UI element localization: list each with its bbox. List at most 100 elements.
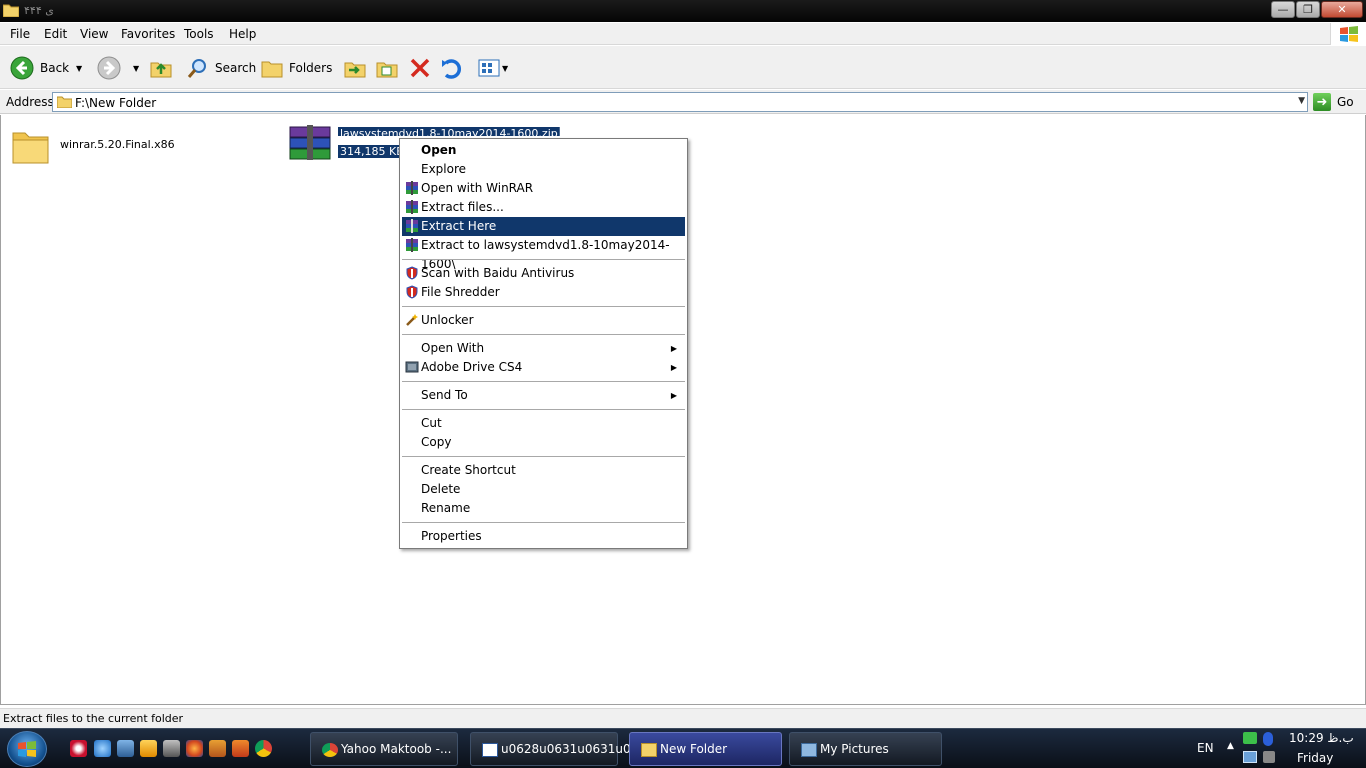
folder-icon [641, 743, 657, 757]
file-item-folder[interactable]: winrar.5.20.Final.x86 [12, 128, 175, 168]
start-button[interactable] [7, 731, 47, 767]
menu-item-extract-to[interactable]: Extract to lawsystemdvd1.8-10may2014-160… [402, 236, 685, 271]
task-label: My Pictures [820, 742, 889, 756]
menu-item-label: Extract Here [421, 219, 497, 233]
menu-item-copy[interactable]: Copy [402, 433, 685, 452]
undo-button[interactable] [440, 55, 462, 81]
menu-item-create-shortcut[interactable]: Create Shortcut [402, 461, 685, 480]
menu-item-rename[interactable]: Rename [402, 499, 685, 518]
acrobat-icon[interactable] [70, 740, 87, 757]
menu-item-open[interactable]: Open [402, 141, 685, 160]
menu-edit[interactable]: Edit [44, 27, 67, 41]
undo-icon [442, 59, 462, 79]
bluetooth-icon[interactable] [1263, 732, 1273, 746]
menu-item-extract-here[interactable]: Extract Here [402, 217, 685, 236]
menu-view[interactable]: View [80, 27, 108, 41]
media-player-icon[interactable] [140, 740, 157, 757]
menu-item-open-with[interactable]: Open With ▶ [402, 339, 685, 358]
context-menu: Open Explore Open with WinRAR Extract fi… [399, 138, 688, 549]
menu-separator [402, 381, 685, 382]
menu-file[interactable]: File [10, 27, 30, 41]
menu-separator [402, 522, 685, 523]
folders-button[interactable]: Folders [261, 55, 332, 81]
go-button[interactable]: ➜ Go [1313, 92, 1354, 112]
chrome-icon[interactable] [255, 740, 272, 757]
menu-item-explore[interactable]: Explore [402, 160, 685, 179]
address-bar: Address F:\New Folder ▼ ➜ Go [0, 90, 1366, 114]
winrar-icon [406, 181, 418, 195]
task-new-folder[interactable]: New Folder [629, 732, 782, 766]
show-hidden-icons-arrow[interactable]: ▲ [1227, 741, 1234, 751]
windows-logo-icon [1330, 23, 1366, 45]
back-dropdown[interactable]: ▼ [74, 55, 82, 81]
task-chrome[interactable]: Yahoo Maktoob -... [310, 732, 458, 766]
minimize-button[interactable]: — [1271, 1, 1295, 18]
app-icon[interactable] [209, 740, 226, 757]
clock-day[interactable]: Friday [1297, 751, 1333, 765]
copy-to-icon [376, 62, 398, 78]
go-label: Go [1337, 95, 1354, 109]
submenu-arrow-icon: ▶ [670, 391, 677, 400]
menu-item-label: Send To [421, 388, 468, 402]
firefox-icon[interactable] [186, 740, 203, 757]
up-folder-button[interactable] [150, 55, 172, 81]
menu-item-label: Open With [421, 341, 485, 355]
minimize-icon: — [1277, 3, 1289, 16]
task-my-pictures[interactable]: My Pictures [789, 732, 942, 766]
menu-separator [402, 259, 685, 260]
delete-button[interactable] [409, 55, 431, 81]
menu-item-delete[interactable]: Delete [402, 480, 685, 499]
menu-tools[interactable]: Tools [184, 27, 214, 41]
clock-time[interactable]: 10:29 ب.ظ [1289, 731, 1354, 745]
move-to-button[interactable] [344, 55, 366, 81]
back-button[interactable]: Back [10, 55, 69, 81]
menu-item-scan-baidu[interactable]: Scan with Baidu Antivirus [402, 264, 685, 283]
forward-dropdown[interactable]: ▼ [131, 55, 139, 81]
views-button[interactable]: ▼ [478, 55, 508, 81]
go-arrow-icon: ➜ [1313, 93, 1331, 111]
menu-item-label: Adobe Drive CS4 [421, 360, 523, 374]
file-name: winrar.5.20.Final.x86 [60, 138, 175, 151]
search-button[interactable]: Search [187, 55, 256, 81]
copy-to-button[interactable] [376, 55, 398, 81]
monitor-icon[interactable] [1243, 751, 1257, 763]
close-button[interactable]: ✕ [1321, 1, 1363, 18]
folders-label: Folders [289, 61, 333, 75]
close-icon: ✕ [1337, 3, 1347, 16]
menu-item-cut[interactable]: Cut [402, 414, 685, 433]
menu-favorites[interactable]: Favorites [121, 27, 175, 41]
menu-help[interactable]: Help [229, 27, 256, 41]
menu-item-open-with-winrar[interactable]: Open with WinRAR [402, 179, 685, 198]
folder-icon [57, 96, 72, 108]
menu-item-file-shredder[interactable]: File Shredder [402, 283, 685, 302]
phone-icon[interactable] [163, 740, 180, 757]
menu-item-adobe-drive[interactable]: Adobe Drive CS4 ▶ [402, 358, 685, 377]
menu-item-unlocker[interactable]: Unlocker [402, 311, 685, 330]
volume-icon[interactable] [1263, 751, 1275, 763]
address-input[interactable]: F:\New Folder ▼ [52, 92, 1308, 112]
menu-item-properties[interactable]: Properties [402, 527, 685, 546]
menu-item-send-to[interactable]: Send To ▶ [402, 386, 685, 405]
menu-item-label: File Shredder [421, 285, 500, 299]
menu-item-label: Unlocker [421, 313, 474, 327]
shield-icon [406, 266, 418, 280]
language-indicator[interactable]: EN [1197, 741, 1214, 755]
forward-button[interactable] [97, 55, 121, 81]
chevron-down-icon: ▼ [133, 63, 140, 73]
windows-logo-icon [18, 741, 36, 757]
winrar-icon [406, 200, 418, 214]
winrar-icon [406, 238, 418, 252]
views-icon [478, 59, 500, 77]
tools-icon[interactable] [232, 740, 249, 757]
internet-explorer-icon[interactable] [94, 740, 111, 757]
pictures-folder-icon [801, 743, 817, 757]
chevron-down-icon[interactable]: ▼ [1298, 96, 1305, 106]
task-word[interactable]: u0628u0631u0631u0631... [470, 732, 665, 766]
network-icon[interactable] [1243, 732, 1257, 744]
back-label: Back [40, 61, 70, 75]
show-desktop-icon[interactable] [117, 740, 134, 757]
wand-icon [406, 314, 418, 326]
maximize-button[interactable]: ❐ [1296, 1, 1320, 18]
folder-icon [12, 132, 49, 164]
menu-item-extract-files[interactable]: Extract files... [402, 198, 685, 217]
